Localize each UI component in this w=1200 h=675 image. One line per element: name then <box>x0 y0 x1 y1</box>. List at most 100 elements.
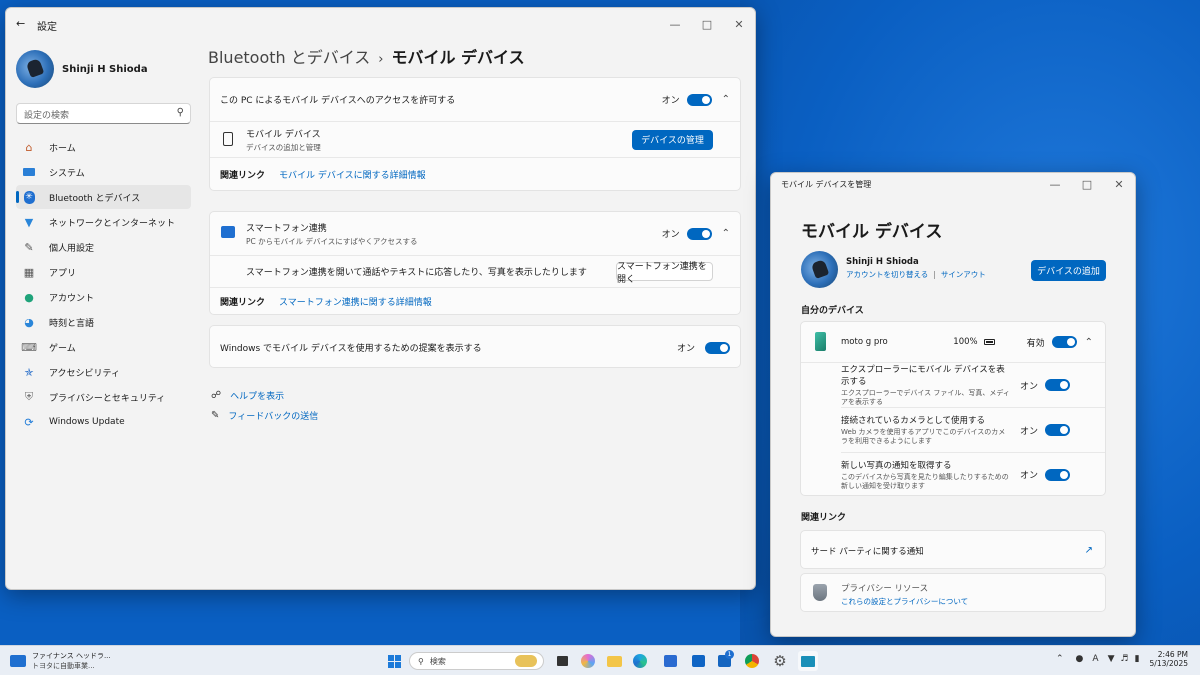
user-profile[interactable]: Shinji H Shioda <box>16 50 148 88</box>
sidebar-item-gaming[interactable]: ⌨ ゲーム <box>16 335 191 359</box>
minimize-button[interactable]: — <box>659 8 691 40</box>
battery-icon[interactable]: ▮ <box>1135 654 1140 664</box>
sidebar-item-system[interactable]: システム <box>16 160 191 184</box>
taskbar: ファイナンス ヘッドラ... トヨタに自動車業... ⚲ 検索 1 ⚙ ⌃ ● A… <box>0 645 1200 675</box>
mobile-access-row[interactable]: この PC によるモバイル デバイスへのアクセスを許可する オン ⌃ <box>210 78 740 121</box>
add-device-button[interactable]: デバイスの追加 <box>1031 260 1106 281</box>
shield-icon: ⛨ <box>24 390 34 403</box>
device-status-label: 有効 <box>1026 338 1045 349</box>
phone-link-info-link[interactable]: スマートフォン連携に関する詳細情報 <box>279 295 432 308</box>
related-links-row: 関連リンク モバイル デバイスに関する詳細情報 <box>210 158 740 191</box>
explorer-row: エクスプローラーにモバイル デバイスを表示する エクスプローラーでデバイス ファ… <box>801 363 1105 407</box>
sidebar-item-personalization[interactable]: ✎ 個人用設定 <box>16 235 191 259</box>
settings-search-input[interactable]: 設定の検索 ⚲ <box>16 103 191 124</box>
suggestions-toggle[interactable] <box>705 341 730 354</box>
chevron-up-icon[interactable]: ⌃ <box>1056 654 1064 664</box>
ime-mode-icon[interactable]: A <box>1092 654 1098 664</box>
sidebar-item-home[interactable]: ⌂ ホーム <box>16 135 191 159</box>
mail-icon[interactable]: 1 <box>714 650 734 671</box>
privacy-settings-link[interactable]: これらの設定とプライバシーについて <box>841 596 968 607</box>
toggle-state-label: オン <box>661 96 680 106</box>
window-title: モバイル デバイスを管理 <box>781 180 872 189</box>
sidebar-item-bluetooth[interactable]: ✳ Bluetooth とデバイス <box>16 185 191 209</box>
clock[interactable]: 2:46 PM 5/13/2025 <box>1150 650 1188 668</box>
taskbar-search[interactable]: ⚲ 検索 <box>409 652 544 670</box>
switch-account-link[interactable]: アカウントを切り替える <box>846 269 928 280</box>
chevron-up-icon[interactable]: ⌃ <box>722 94 730 105</box>
news-widget[interactable]: ファイナンス ヘッドラ... トヨタに自動車業... <box>10 651 111 671</box>
sidebar-item-accounts[interactable]: ● アカウント <box>16 285 191 309</box>
sidebar-item-apps[interactable]: ▦ アプリ <box>16 260 191 284</box>
mobile-devices-info-link[interactable]: モバイル デバイスに関する詳細情報 <box>279 168 426 181</box>
device-header-row[interactable]: moto g pro 100% 有効 ⌃ <box>801 322 1105 362</box>
maximize-button[interactable]: □ <box>691 8 723 40</box>
search-icon: ⚲ <box>418 656 424 666</box>
page-title: モバイル デバイス <box>801 222 943 242</box>
settings-gear-icon[interactable]: ⚙ <box>770 651 790 671</box>
camera-title: 接続されているカメラとして使用する <box>841 416 985 426</box>
user-name: Shinji H Shioda <box>62 63 148 75</box>
task-view-icon[interactable] <box>552 651 572 671</box>
minimize-button[interactable]: — <box>1039 173 1071 200</box>
file-explorer-icon[interactable] <box>604 651 624 671</box>
chevron-up-icon[interactable]: ⌃ <box>1085 337 1093 348</box>
close-button[interactable]: ✕ <box>1103 173 1135 200</box>
photo-notification-toggle[interactable] <box>1045 468 1070 481</box>
battery-level: 100% <box>953 337 978 347</box>
sign-out-link[interactable]: サインアウト <box>941 269 986 280</box>
copilot-icon[interactable] <box>578 651 598 671</box>
sidebar-item-network[interactable]: ▼ ネットワークとインターネット <box>16 210 191 234</box>
news-icon <box>10 655 26 667</box>
store-icon[interactable] <box>660 651 680 671</box>
phone-link-description: スマートフォン連携を開いて通話やテキストに応答したり、写真を表示したりします <box>246 268 587 278</box>
camera-description: Web カメラを使用するアプリでこのデバイスのカメラを利用できるようにします <box>841 428 1006 445</box>
phone-link-toggle[interactable] <box>686 227 712 240</box>
camera-toggle[interactable] <box>1045 424 1070 436</box>
chrome-icon[interactable] <box>742 651 762 671</box>
account-name: Shinji H Shioda <box>846 257 919 267</box>
related-links-heading: 関連リンク <box>801 513 847 523</box>
mobile-devices-window: モバイル デバイスを管理 — □ ✕ モバイル デバイス Shinji H Sh… <box>770 172 1136 637</box>
mobile-access-toggle[interactable] <box>686 93 712 106</box>
monitor-icon <box>22 165 36 179</box>
apps-icon: ▦ <box>23 265 35 279</box>
phone-link-row[interactable]: スマートフォン連携 PC からモバイル デバイスにすばやくアクセスする オン ⌃ <box>210 212 740 255</box>
explorer-toggle[interactable] <box>1045 379 1070 391</box>
security-icon[interactable]: ● <box>1076 654 1084 664</box>
feedback-link[interactable]: ✎ フィードバックの送信 <box>211 409 318 422</box>
mobile-access-card: この PC によるモバイル デバイスへのアクセスを許可する オン ⌃ モバイル … <box>209 77 741 191</box>
system-tray: ⌃ ● A ▼ ♬ ▮ <box>1056 654 1140 664</box>
chevron-up-icon[interactable]: ⌃ <box>722 228 730 239</box>
privacy-resources-card: プライバシー リソース これらの設定とプライバシーについて <box>800 573 1106 612</box>
phone-link-app-icon[interactable] <box>798 651 818 671</box>
wifi-icon[interactable]: ▼ <box>1108 654 1115 664</box>
back-arrow-icon[interactable]: ← <box>16 17 25 30</box>
sidebar-item-accessibility[interactable]: ✯ アクセシビリティ <box>16 360 191 384</box>
close-button[interactable]: ✕ <box>723 8 755 40</box>
start-button[interactable] <box>384 651 404 671</box>
breadcrumb-parent[interactable]: Bluetooth とデバイス <box>208 48 370 67</box>
help-icon: ☍ <box>211 390 222 401</box>
news-subline: トヨタに自動車業... <box>32 662 95 670</box>
mobile-devices-row: モバイル デバイス デバイスの追加と管理 デバイスの管理 <box>210 122 740 157</box>
sidebar-item-privacy[interactable]: ⛨ プライバシーとセキュリティ <box>16 385 191 409</box>
volume-icon[interactable]: ♬ <box>1121 654 1129 664</box>
time: 2:46 PM <box>1157 650 1188 659</box>
accessibility-icon: ✯ <box>24 365 34 379</box>
help-link[interactable]: ☍ ヘルプを表示 <box>211 389 284 402</box>
explorer-description: エクスプローラーでデバイス ファイル、写真、メディアを表示する <box>841 389 1010 406</box>
maximize-button[interactable]: □ <box>1071 173 1103 200</box>
suggestions-row[interactable]: Windows でモバイル デバイスを使用するための提案を表示する オン <box>210 326 740 369</box>
phone-icon <box>815 332 826 351</box>
sidebar-item-windows-update[interactable]: ⟳ Windows Update <box>16 410 191 434</box>
outlook-icon[interactable] <box>688 651 708 671</box>
open-phone-link-button[interactable]: スマートフォン連携を開く <box>616 262 713 285</box>
related-links-label: 関連リンク <box>220 298 266 308</box>
third-party-notices-card[interactable]: サード パーティに関する通知 ↗ <box>800 530 1106 569</box>
bluetooth-icon: ✳ <box>23 190 35 204</box>
manage-devices-button[interactable]: デバイスの管理 <box>632 129 713 150</box>
device-toggle[interactable] <box>1051 336 1077 348</box>
edge-icon[interactable] <box>630 651 650 671</box>
explorer-title: エクスプローラーにモバイル デバイスを表示する <box>841 365 1005 387</box>
sidebar-item-time-language[interactable]: ◕ 時刻と言語 <box>16 310 191 334</box>
